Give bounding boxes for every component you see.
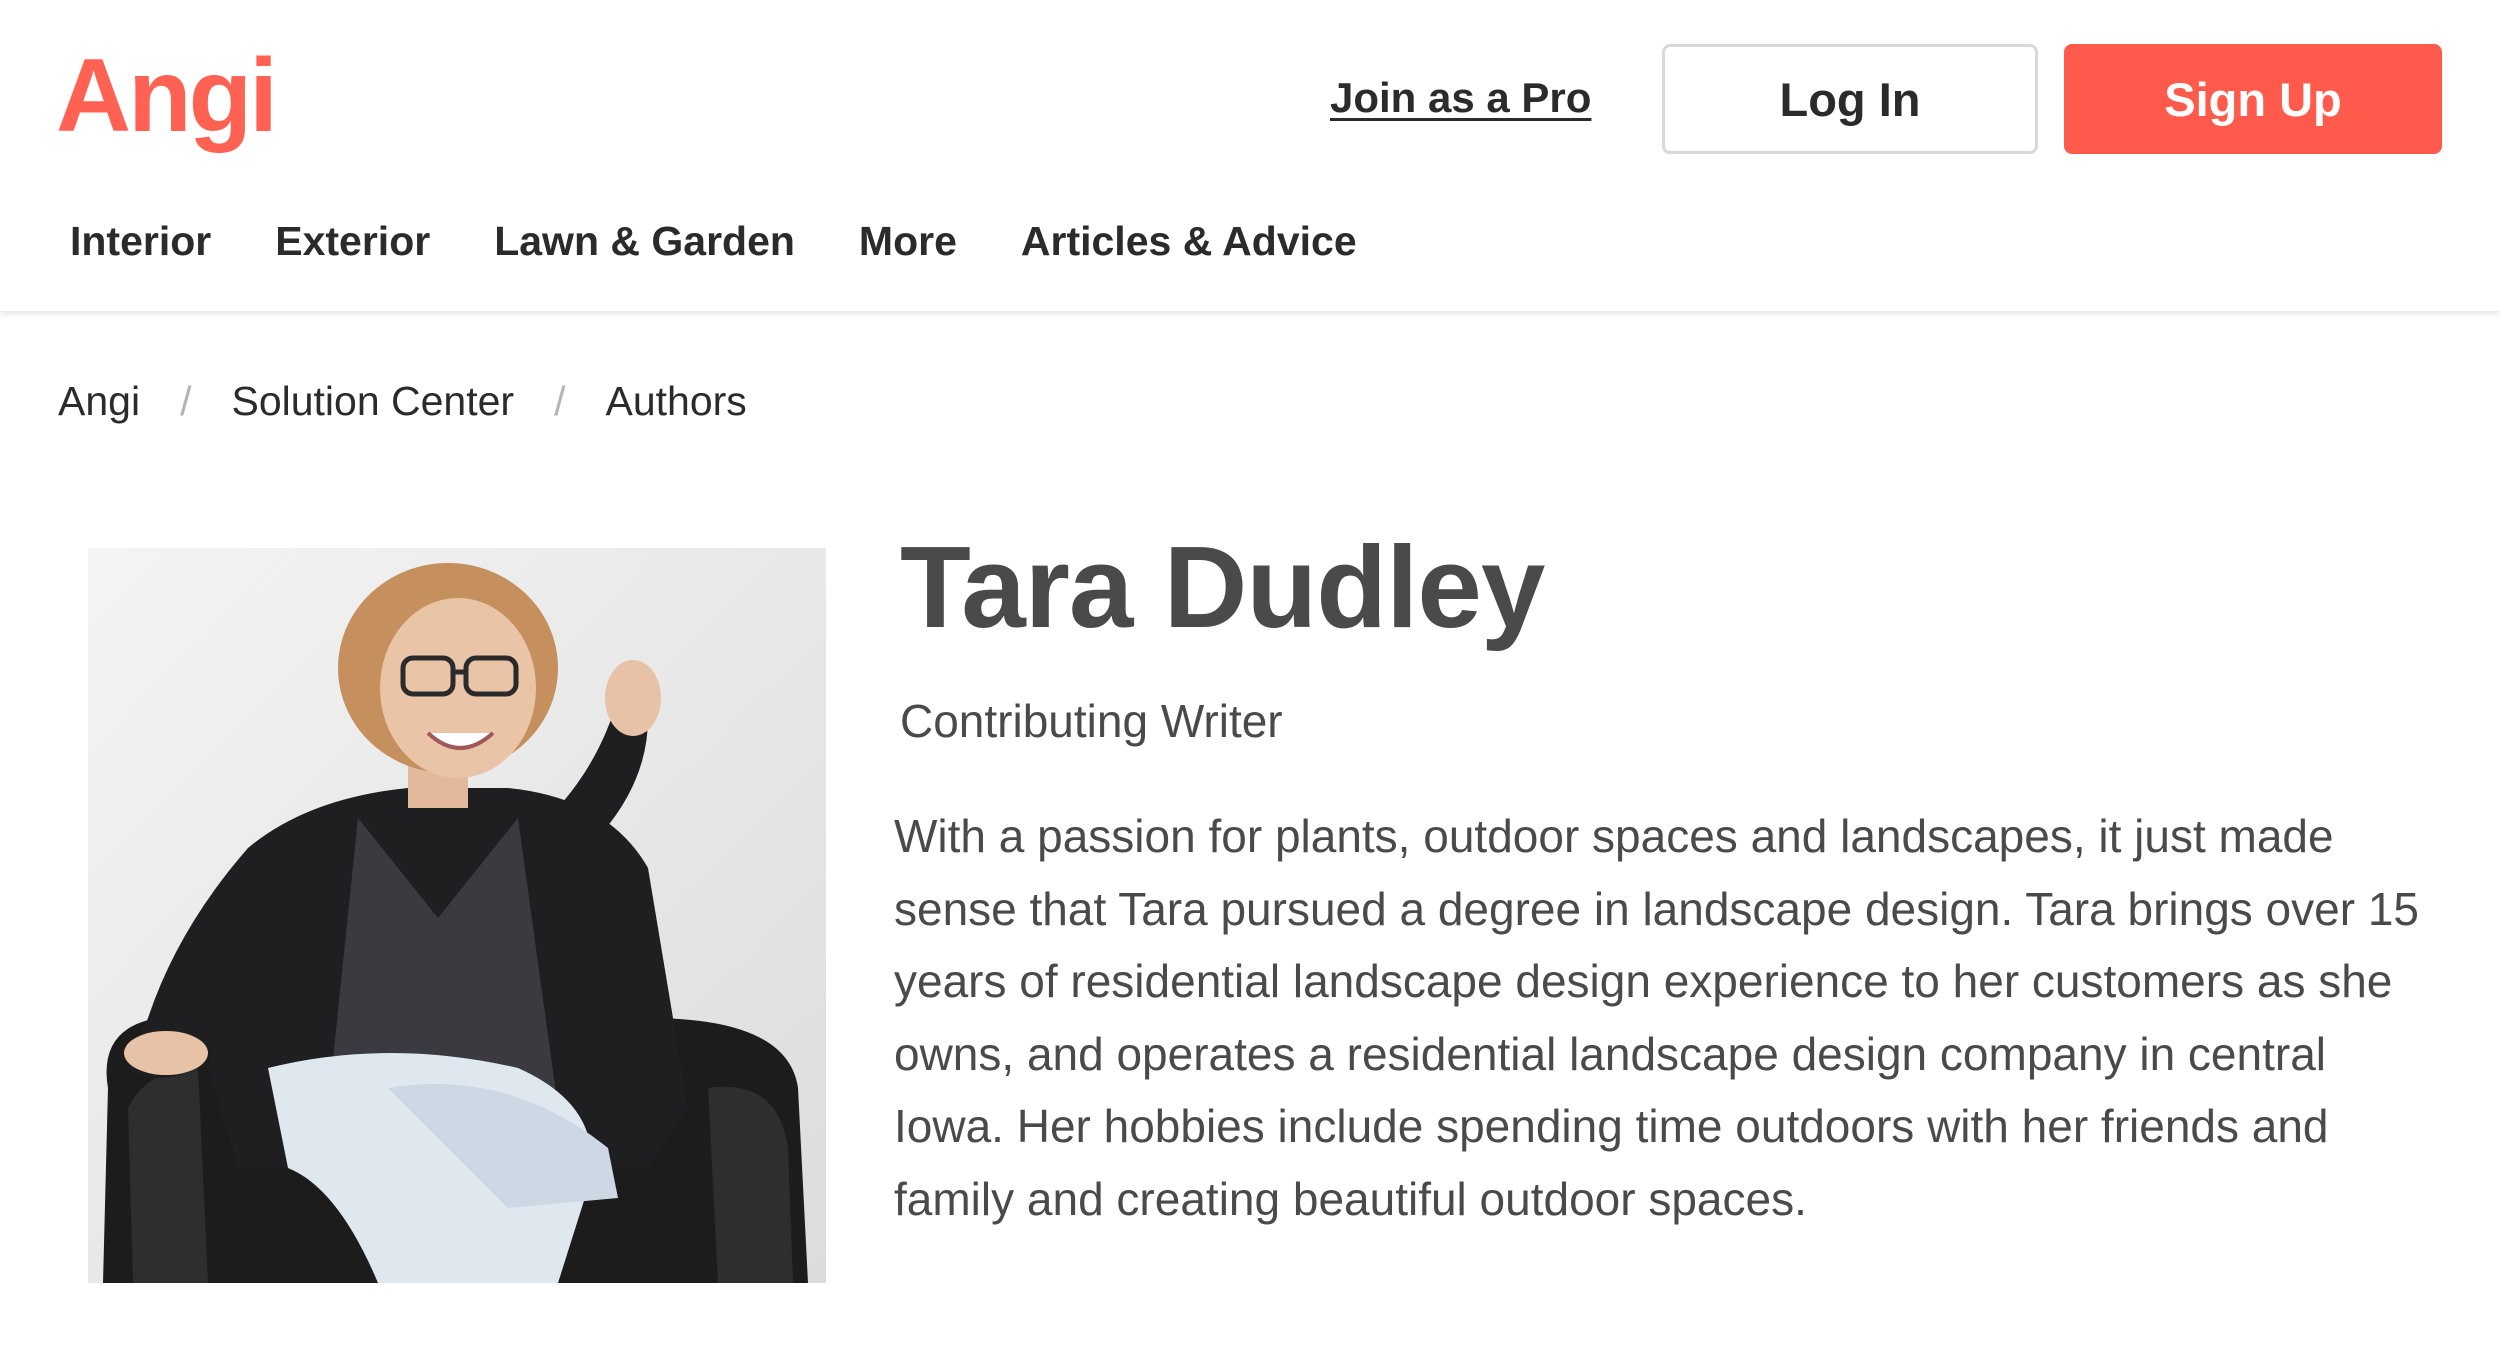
login-button[interactable]: Log In — [1662, 44, 2038, 154]
breadcrumb-authors[interactable]: Authors — [606, 378, 747, 425]
angi-logo[interactable]: Angi — [56, 36, 278, 156]
main-nav: Interior Exterior Lawn & Garden More Art… — [70, 218, 1357, 265]
author-name: Tara Dudley — [900, 522, 1545, 652]
breadcrumb-separator: / — [554, 378, 566, 424]
breadcrumb: Angi / Solution Center / Authors — [58, 378, 747, 425]
breadcrumb-angi[interactable]: Angi — [58, 378, 140, 425]
nav-item-lawn-garden[interactable]: Lawn & Garden — [494, 218, 795, 265]
nav-item-interior[interactable]: Interior — [70, 218, 211, 265]
author-role: Contributing Writer — [900, 695, 1283, 747]
author-bio: With a passion for plants, outdoor space… — [894, 810, 2419, 1225]
logo-wordmark: Angi — [56, 38, 278, 154]
signup-button[interactable]: Sign Up — [2064, 44, 2442, 154]
author-photo — [88, 548, 826, 1283]
site-header: Angi Join as a Pro Log In Sign Up Interi… — [0, 0, 2500, 312]
nav-item-articles-advice[interactable]: Articles & Advice — [1021, 218, 1357, 265]
join-as-pro-link[interactable]: Join as a Pro — [1330, 74, 1591, 122]
author-photo-illustration — [88, 548, 826, 1283]
nav-item-more[interactable]: More — [859, 218, 957, 265]
breadcrumb-solution-center[interactable]: Solution Center — [231, 378, 514, 425]
nav-item-exterior[interactable]: Exterior — [275, 218, 430, 265]
breadcrumb-separator: / — [180, 378, 192, 424]
